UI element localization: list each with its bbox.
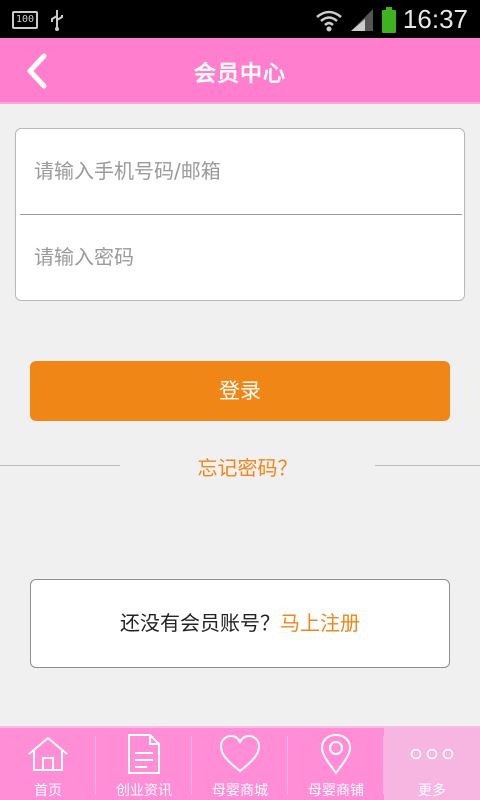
- bottom-nav: 首页 创业资讯 母婴商城 母婴商铺 更多: [0, 726, 480, 800]
- battery-percent-icon: 100: [12, 11, 38, 29]
- nav-label-more: 更多: [418, 783, 446, 799]
- location-pin-icon: [320, 733, 352, 775]
- forgot-password-link[interactable]: 忘记密码？: [120, 452, 375, 481]
- page-title: 会员中心: [193, 62, 286, 87]
- login-button[interactable]: 登录: [30, 361, 450, 421]
- nav-item-shops[interactable]: 母婴商铺: [288, 728, 384, 800]
- nav-label-mall: 母婴商城: [212, 783, 268, 799]
- nav-item-mall[interactable]: 母婴商城: [192, 728, 288, 800]
- usb-icon: [51, 10, 63, 31]
- nav-item-home[interactable]: 首页: [0, 728, 96, 800]
- nav-label-shops: 母婴商铺: [308, 783, 364, 799]
- nav-item-news[interactable]: 创业资讯: [96, 728, 192, 800]
- heart-icon: [219, 734, 261, 773]
- register-prompt: 还没有会员账号？: [120, 611, 280, 635]
- register-box: 还没有会员账号？马上注册: [30, 579, 450, 668]
- nav-item-more[interactable]: 更多: [384, 728, 480, 800]
- app-header: 会员中心: [0, 38, 480, 104]
- nav-label-home: 首页: [34, 783, 62, 799]
- status-clock: 16:37: [402, 4, 468, 34]
- wifi-icon: [316, 10, 342, 31]
- password-input[interactable]: [16, 215, 464, 299]
- home-icon: [28, 736, 68, 771]
- nav-label-news: 创业资讯: [116, 783, 172, 799]
- login-form: [15, 128, 465, 301]
- battery-icon: [381, 6, 396, 33]
- divider-line-left: [0, 465, 120, 466]
- signal-icon: [350, 8, 373, 31]
- status-bar: 100 16:37: [0, 0, 480, 38]
- document-icon: [128, 734, 160, 774]
- more-dots-icon: [410, 748, 454, 760]
- phone-email-input[interactable]: [16, 129, 464, 213]
- divider-line-right: [375, 465, 480, 466]
- register-link[interactable]: 马上注册: [280, 611, 360, 635]
